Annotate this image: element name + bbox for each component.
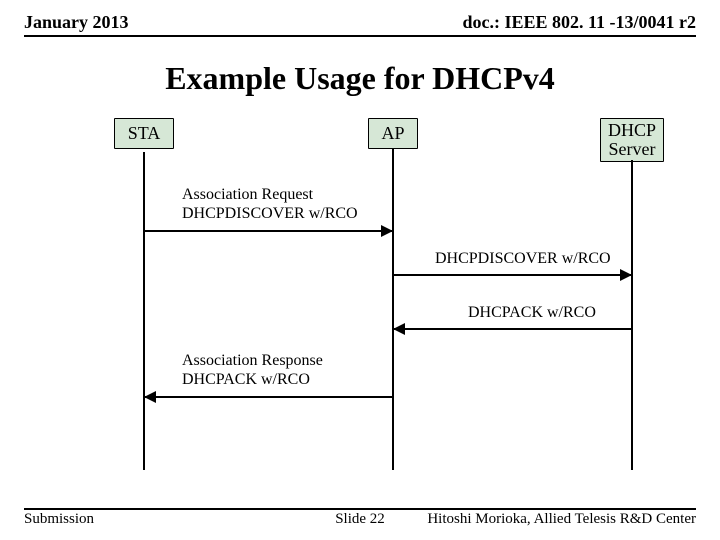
- slide-title: Example Usage for DHCPv4: [0, 60, 720, 97]
- msg-ack-from-server: DHCPACK w/RCO: [468, 304, 596, 323]
- lifeline-ap: [392, 148, 394, 470]
- arrow-ap-to-sta: [145, 396, 392, 398]
- arrowhead-icon: [393, 323, 405, 335]
- msg-assoc-request: Association Request DHCPDISCOVER w/RCO: [182, 186, 358, 224]
- msg-assoc-request-line2: DHCPDISCOVER w/RCO: [182, 205, 358, 224]
- node-dhcp-server: DHCP Server: [600, 118, 664, 162]
- header-docref: doc.: IEEE 802. 11 -13/0041 r2: [462, 12, 696, 33]
- arrowhead-icon: [620, 269, 632, 281]
- sequence-diagram: STA AP DHCP Server Association Request D…: [24, 118, 696, 468]
- arrowhead-icon: [381, 225, 393, 237]
- slide-header: January 2013 doc.: IEEE 802. 11 -13/0041…: [24, 12, 696, 37]
- slide-footer: Submission Slide 22 Hitoshi Morioka, All…: [24, 508, 696, 528]
- msg-assoc-request-line1: Association Request: [182, 186, 358, 205]
- footer-author: Hitoshi Morioka, Allied Telesis R&D Cent…: [427, 511, 696, 528]
- lifeline-sta: [143, 152, 145, 470]
- arrowhead-icon: [144, 391, 156, 403]
- node-sta: STA: [114, 118, 174, 149]
- arrow-sta-to-ap-1: [145, 230, 392, 232]
- footer-left: Submission: [24, 511, 94, 528]
- lifeline-server: [631, 160, 633, 470]
- node-ap: AP: [368, 118, 418, 149]
- msg-assoc-response: Association Response DHCPACK w/RCO: [182, 352, 323, 390]
- msg-assoc-response-line2: DHCPACK w/RCO: [182, 371, 323, 390]
- msg-assoc-response-line1: Association Response: [182, 352, 323, 371]
- msg-discover-to-server: DHCPDISCOVER w/RCO: [435, 250, 611, 269]
- header-date: January 2013: [24, 12, 129, 33]
- arrow-server-to-ap: [394, 328, 631, 330]
- arrow-ap-to-server: [394, 274, 631, 276]
